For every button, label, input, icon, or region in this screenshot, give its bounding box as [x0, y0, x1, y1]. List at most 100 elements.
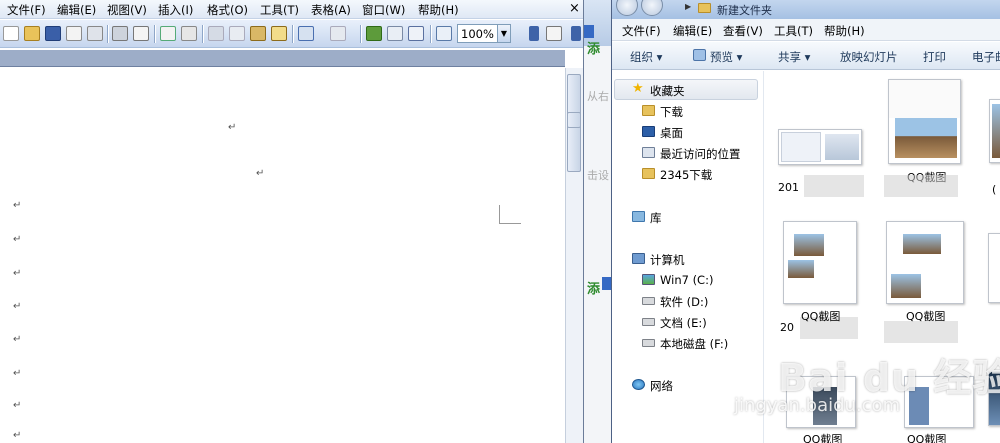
chevron-down-icon[interactable]: ▼ [497, 25, 510, 42]
align-justify-icon[interactable] [546, 26, 562, 41]
file-thumbnail[interactable] [888, 79, 961, 164]
nav-computer[interactable]: 计算机 [632, 250, 762, 268]
hard-drive-icon [642, 297, 655, 305]
network-icon [632, 379, 645, 390]
nav-downloads[interactable]: 下载 [642, 102, 772, 120]
hyperlink-icon[interactable] [366, 26, 382, 41]
toolbar-options-icon[interactable] [529, 26, 539, 41]
save-icon[interactable] [45, 26, 61, 41]
word-menu-edit[interactable]: 编辑(E) [57, 2, 96, 18]
paste-icon[interactable] [250, 26, 266, 41]
document-page[interactable]: ↵ ↵ ↵ ↵ ↵ ↵ ↵ ↵ ↵ ↵ [0, 68, 565, 443]
word-menu-insert[interactable]: 插入(I) [158, 2, 193, 18]
downloads-folder-icon [642, 105, 655, 116]
file-thumbnail[interactable] [988, 233, 1000, 303]
tables-borders-icon[interactable] [387, 26, 403, 41]
file-name[interactable]: QQ截图 [907, 431, 946, 443]
add-label[interactable]: 添 [587, 278, 600, 297]
nav-drive-d[interactable]: 软件 (D:) [642, 292, 772, 310]
nav-recent-places[interactable]: 最近访问的位置 [642, 144, 772, 162]
format-painter-icon[interactable] [271, 26, 287, 41]
scrollbar-grip[interactable] [567, 112, 581, 128]
organize-button[interactable]: 组织 ▾ [630, 49, 662, 65]
nav-desktop[interactable]: 桌面 [642, 123, 772, 141]
breadcrumb-arrow-icon[interactable]: ▶ [685, 2, 691, 11]
redo-icon[interactable] [330, 26, 346, 41]
research-icon[interactable] [181, 26, 197, 41]
file-name[interactable]: ( [992, 183, 996, 196]
nav-2345-downloads[interactable]: 2345下载 [642, 165, 772, 183]
preview-button[interactable]: 预览 ▾ [710, 49, 742, 65]
explorer-menu-edit[interactable]: 编辑(E) [673, 23, 712, 39]
insert-table-icon[interactable] [408, 26, 424, 41]
spelling-icon[interactable] [160, 26, 176, 41]
windows-drive-icon [642, 274, 655, 285]
word-menu-window[interactable]: 窗口(W) [362, 2, 405, 18]
file-name[interactable]: QQ截图 [803, 431, 842, 443]
explorer-menu-file[interactable]: 文件(F) [622, 23, 661, 39]
print-icon[interactable] [112, 26, 128, 41]
nav-favorites[interactable]: ★ 收藏夹 [632, 81, 762, 99]
cut-icon[interactable] [208, 26, 224, 41]
nav-drive-f[interactable]: 本地磁盘 (F:) [642, 334, 772, 352]
nav-drive-c[interactable]: Win7 (C:) [642, 271, 772, 289]
slideshow-button[interactable]: 放映幻灯片 [840, 49, 898, 65]
nav-drive-e[interactable]: 文档 (E:) [642, 313, 772, 331]
app-tab-icon [584, 25, 594, 38]
paragraph-mark: ↵ [13, 368, 22, 379]
explorer-menu-tools[interactable]: 工具(T) [774, 23, 813, 39]
file-name[interactable]: 20 [780, 321, 794, 334]
file-thumbnail[interactable] [989, 99, 1000, 163]
preview-icon [693, 49, 706, 61]
print-button[interactable]: 打印 [923, 49, 946, 65]
explorer-address-bar: ▶ 新建文件夹 [612, 0, 1000, 19]
nav-libraries[interactable]: 库 [632, 208, 762, 226]
file-thumbnail[interactable] [988, 371, 1000, 426]
explorer-menu-help[interactable]: 帮助(H) [824, 23, 865, 39]
file-name[interactable]: 201 [778, 181, 799, 194]
file-thumbnail[interactable] [886, 221, 964, 304]
print-preview-icon[interactable] [133, 26, 149, 41]
word-menu-table[interactable]: 表格(A) [311, 2, 351, 18]
new-document-icon[interactable] [3, 26, 19, 41]
paragraph-mark: ↵ [13, 334, 22, 345]
paragraph-mark: ↵ [13, 301, 22, 312]
document-map-icon[interactable] [436, 26, 452, 41]
word-menu-file[interactable]: 文件(F) [7, 2, 46, 18]
breadcrumb-current-folder[interactable]: 新建文件夹 [717, 2, 772, 18]
background-app-strip: 添 从右 击设 添 [583, 0, 611, 443]
folder-icon [698, 3, 711, 13]
app-tab-icon [602, 277, 611, 290]
word-window: 文件(F) 编辑(E) 视图(V) 插入(I) 格式(O) 工具(T) 表格(A… [0, 0, 583, 443]
word-menu-format[interactable]: 格式(O) [207, 2, 248, 18]
file-name[interactable]: QQ截图 [801, 308, 840, 324]
email-button[interactable]: 电子邮 [972, 49, 1000, 65]
open-folder-icon[interactable] [24, 26, 40, 41]
file-list: 201 QQ截图 ( 20 QQ截图 QQ截 [764, 71, 1000, 443]
explorer-window: ▶ 新建文件夹 文件(F) 编辑(E) 查看(V) 工具(T) 帮助(H) 组织… [611, 0, 1000, 443]
file-thumbnail[interactable] [786, 376, 856, 428]
copy-icon[interactable] [229, 26, 245, 41]
add-label[interactable]: 添 [587, 38, 600, 57]
vertical-scrollbar[interactable] [565, 68, 583, 443]
explorer-menu-view[interactable]: 查看(V) [723, 23, 763, 39]
desktop-icon [642, 126, 655, 137]
back-button[interactable] [616, 0, 638, 16]
permission-icon[interactable] [66, 26, 82, 41]
nav-network[interactable]: 网络 [632, 376, 762, 394]
word-menu-view[interactable]: 视图(V) [107, 2, 147, 18]
email-icon[interactable] [87, 26, 103, 41]
word-menu-tools[interactable]: 工具(T) [260, 2, 299, 18]
undo-icon[interactable] [298, 26, 314, 41]
navigation-pane: ★ 收藏夹 下载 桌面 最近访问的位置 2345下载 库 计算机 Win7 (C… [612, 71, 764, 443]
forward-button[interactable] [641, 0, 663, 16]
paragraph-mark: ↵ [13, 268, 22, 279]
share-button[interactable]: 共享 ▾ [778, 49, 810, 65]
file-thumbnail[interactable] [778, 129, 862, 165]
word-menu-help[interactable]: 帮助(H) [418, 2, 459, 18]
file-thumbnail[interactable] [904, 376, 974, 428]
hint-text: 从右 [587, 90, 609, 103]
file-thumbnail[interactable] [783, 221, 857, 304]
toolbar-options-icon-2[interactable] [571, 26, 581, 41]
close-icon[interactable]: × [566, 0, 583, 17]
